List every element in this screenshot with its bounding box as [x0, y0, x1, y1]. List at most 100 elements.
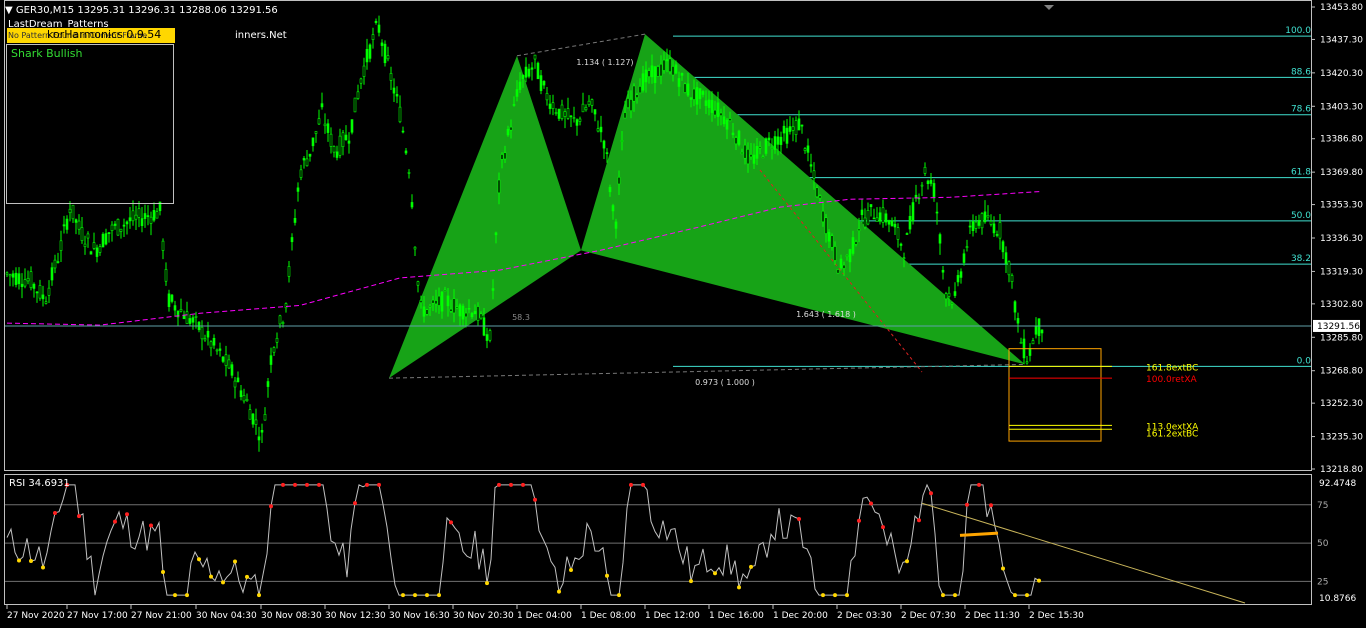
candle-body	[482, 317, 486, 336]
candle-body	[809, 164, 813, 167]
y-tick-label: 13336.30	[1320, 234, 1363, 244]
candle-body	[950, 302, 954, 305]
rsi-overbought-dot	[269, 504, 273, 509]
candle-body	[596, 128, 600, 132]
candle-body	[545, 93, 549, 101]
rsi-overbought-dot	[125, 512, 129, 517]
candle-body	[164, 269, 168, 282]
candle-body	[932, 183, 936, 197]
candle-body	[1037, 318, 1041, 336]
rsi-oversold-dot	[425, 593, 429, 598]
candle-body	[74, 219, 78, 223]
candle-body	[632, 85, 636, 102]
y-tick-label: 13268.80	[1320, 367, 1363, 377]
candle-body	[791, 126, 795, 131]
candle-body	[695, 87, 699, 105]
candle-body	[707, 99, 711, 108]
candle-body	[668, 58, 672, 72]
candle-body	[236, 377, 240, 383]
rsi-oversold-dot	[1025, 593, 1029, 598]
candle-body	[56, 261, 60, 263]
y-tick-label: 13218.80	[1320, 465, 1363, 475]
x-tick-label: 1 Dec 12:00	[645, 611, 700, 621]
rsi-overbought-dot	[305, 482, 309, 487]
candle-body	[593, 109, 597, 115]
pattern-ac-line	[516, 33, 646, 57]
grid-icon[interactable]: ⊞	[177, 29, 190, 42]
candle-body	[260, 430, 264, 433]
candle-body	[581, 103, 585, 113]
y-tick-label: 13353.30	[1320, 201, 1363, 211]
candle-body	[599, 126, 603, 133]
time-axis: 27 Nov 2020 27 Nov 17:00 27 Nov 21:00 30 No…	[6, 605, 1084, 621]
candle-body	[815, 187, 819, 198]
candle-body	[719, 112, 723, 116]
candle-body	[1016, 318, 1020, 324]
candle-body	[860, 209, 864, 216]
candle-body	[1034, 326, 1038, 335]
candle-body	[47, 287, 51, 296]
candle-body	[1025, 361, 1029, 364]
y-tick-label: 13285.80	[1320, 333, 1363, 343]
candle-body	[647, 70, 651, 77]
candle-body	[41, 294, 45, 300]
candle-body	[515, 89, 519, 97]
arrows-icon[interactable]: ⇅	[198, 29, 211, 42]
harmonics-toolbar[interactable]: No Pattern Found In Current Frame korHar…	[7, 28, 287, 43]
rsi-oversold-dot	[821, 593, 825, 598]
candle-body	[311, 137, 315, 147]
rsi-oversold-dot	[713, 571, 717, 576]
candle-body	[92, 242, 96, 249]
rsi-indicator: 75 50 25 92.4748 10.8766	[5, 479, 1356, 604]
candle-body	[356, 91, 360, 99]
fib-level-label: 78.6	[1291, 105, 1311, 115]
candle-body	[845, 255, 849, 257]
candle-body	[323, 123, 327, 127]
rsi-overbought-dot	[857, 518, 861, 523]
candle-body	[866, 210, 870, 225]
candle-body	[746, 149, 750, 165]
candle-body	[542, 81, 546, 86]
candle-body	[848, 249, 852, 263]
rsi-oversold-dot	[1001, 566, 1005, 571]
rsi-oversold-dot	[233, 559, 237, 564]
chart-shift-marker-icon[interactable]	[1044, 5, 1054, 10]
rsi-overbought-dot	[77, 514, 81, 519]
candle-body	[80, 227, 84, 242]
candle-body	[794, 120, 798, 136]
candle-body	[665, 59, 669, 62]
power-icon[interactable]: ⏻	[217, 29, 230, 42]
rsi-oversold-dot	[197, 557, 201, 562]
candle-body	[968, 225, 972, 228]
candle-body	[575, 119, 579, 126]
candle-body	[110, 224, 114, 231]
rsi-overbought-dot	[521, 482, 525, 487]
candle-body	[983, 211, 987, 223]
candle-body	[902, 257, 906, 259]
candle-body	[419, 300, 423, 303]
candle-body	[32, 283, 36, 289]
candle-body	[461, 305, 465, 320]
candle-body	[119, 228, 123, 232]
rsi-overbought-dot	[641, 482, 645, 487]
x-tick-label: 30 Nov 20:30	[453, 611, 514, 621]
candle-body	[923, 166, 927, 174]
candle-body	[77, 220, 81, 230]
candle-body	[233, 380, 237, 388]
y-tick-label: 13386.80	[1320, 135, 1363, 145]
candle-body	[677, 78, 681, 87]
candle-body	[662, 59, 666, 71]
candle-body	[212, 337, 216, 346]
candle-body	[296, 187, 300, 192]
candle-body	[761, 156, 765, 159]
price-chart[interactable]: 100.0 88.6 78.6 61.8 50.0 38.2 0.0 1.134 ( 1.1…	[0, 0, 1366, 628]
fib-level-label: 100.0	[1285, 26, 1311, 36]
candle-body	[473, 311, 477, 315]
y-tick-label: 13302.80	[1320, 300, 1363, 310]
triangle-down-icon[interactable]: ▼	[5, 5, 13, 16]
candle-body	[455, 306, 459, 309]
x-tick-label: 30 Nov 08:30	[261, 611, 322, 621]
candle-body	[254, 419, 258, 425]
candle-body	[62, 224, 66, 227]
candle-body	[1004, 252, 1008, 264]
